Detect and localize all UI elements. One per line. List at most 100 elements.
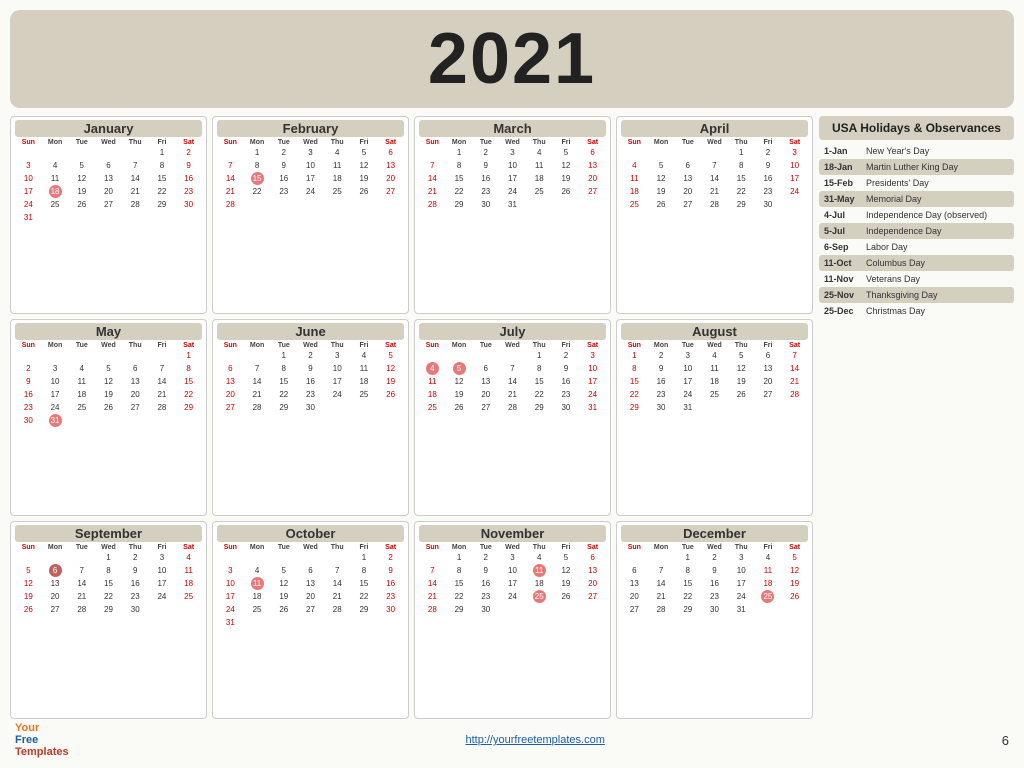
day-cell [419, 146, 446, 159]
day-cell: 14 [217, 172, 244, 185]
day-header-wed: Wed [95, 342, 122, 349]
day-header-mon: Mon [648, 139, 675, 146]
holiday-name: New Year's Day [866, 146, 929, 156]
day-cell: 5 [553, 551, 580, 564]
holiday-name: Columbus Day [866, 258, 925, 268]
day-cell: 2 [270, 146, 297, 159]
day-headers: SunMonTueWedThuFriSat [419, 342, 606, 349]
day-cell: 7 [244, 362, 271, 375]
day-cell [95, 146, 122, 159]
month-name-august: August [621, 323, 808, 340]
holiday-item: 6-SepLabor Day [819, 239, 1014, 255]
day-cell: 17 [149, 577, 176, 590]
day-cell: 1 [351, 551, 378, 564]
day-headers: SunMonTueWedThuFriSat [15, 139, 202, 146]
day-cell: 15 [244, 172, 271, 185]
day-cell: 1 [728, 146, 755, 159]
day-header-fri: Fri [755, 342, 782, 349]
day-cell: 17 [15, 185, 42, 198]
day-cell [244, 349, 271, 362]
day-cell: 25 [701, 388, 728, 401]
day-cell: 2 [701, 551, 728, 564]
day-cell: 1 [446, 146, 473, 159]
footer-logo: Your Free Templates [15, 722, 69, 758]
day-cell: 8 [446, 564, 473, 577]
day-cell [621, 146, 648, 159]
day-cell: 26 [15, 603, 42, 616]
day-cell [122, 414, 149, 427]
day-cell: 3 [149, 551, 176, 564]
day-cell: 8 [149, 159, 176, 172]
year-header: 2021 [10, 10, 1014, 108]
day-header-wed: Wed [297, 139, 324, 146]
month-block-march: MarchSunMonTueWedThuFriSat12345678910111… [414, 116, 611, 314]
day-cell [553, 603, 580, 616]
day-cell: 29 [95, 603, 122, 616]
month-block-november: NovemberSunMonTueWedThuFriSat12345678910… [414, 521, 611, 719]
day-header-thu: Thu [122, 544, 149, 551]
day-cell: 26 [270, 603, 297, 616]
day-cell: 13 [377, 159, 404, 172]
day-cell: 24 [217, 603, 244, 616]
holiday-date: 25-Dec [824, 306, 862, 316]
day-header-fri: Fri [351, 342, 378, 349]
day-cell: 1 [244, 146, 271, 159]
day-cell: 13 [297, 577, 324, 590]
day-cell: 10 [297, 159, 324, 172]
day-header-tue: Tue [472, 342, 499, 349]
day-cell: 10 [324, 362, 351, 375]
day-header-sun: Sun [15, 139, 42, 146]
day-cell [270, 616, 297, 629]
day-cell: 17 [217, 590, 244, 603]
day-header-tue: Tue [674, 544, 701, 551]
day-header-tue: Tue [68, 544, 95, 551]
day-cell: 6 [217, 362, 244, 375]
holiday-item: 25-NovThanksgiving Day [819, 287, 1014, 303]
day-cell: 13 [42, 577, 69, 590]
day-cell: 15 [175, 375, 202, 388]
day-cell: 4 [419, 362, 446, 375]
day-header-thu: Thu [122, 139, 149, 146]
day-cell: 27 [122, 401, 149, 414]
day-cell: 24 [579, 388, 606, 401]
day-cell: 20 [377, 172, 404, 185]
day-cell: 16 [472, 172, 499, 185]
holiday-date: 25-Nov [824, 290, 862, 300]
day-cell: 4 [526, 551, 553, 564]
day-cell: 23 [472, 590, 499, 603]
day-cell: 5 [351, 146, 378, 159]
day-cell: 23 [755, 185, 782, 198]
day-header-sat: Sat [579, 139, 606, 146]
day-cell: 28 [419, 198, 446, 211]
day-cell: 31 [217, 616, 244, 629]
day-header-fri: Fri [755, 544, 782, 551]
holiday-date: 11-Oct [824, 258, 862, 268]
day-cell: 26 [446, 401, 473, 414]
day-cell: 14 [68, 577, 95, 590]
holiday-date: 5-Jul [824, 226, 862, 236]
day-header-sat: Sat [377, 139, 404, 146]
day-cell: 21 [244, 388, 271, 401]
days-grid: 1234567891011121314151617181920212223242… [15, 551, 202, 616]
day-cell: 8 [728, 159, 755, 172]
day-cell: 3 [499, 146, 526, 159]
day-cell: 3 [781, 146, 808, 159]
day-headers: SunMonTueWedThuFriSat [217, 342, 404, 349]
day-cell [42, 146, 69, 159]
footer-url[interactable]: http://yourfreetemplates.com [465, 734, 604, 746]
day-header-tue: Tue [270, 139, 297, 146]
holiday-item: 11-Oct Columbus Day [819, 255, 1014, 271]
day-cell [175, 211, 202, 224]
day-cell: 23 [15, 401, 42, 414]
day-header-fri: Fri [149, 139, 176, 146]
day-cell: 11 [68, 375, 95, 388]
month-name-february: February [217, 120, 404, 137]
day-cell: 19 [95, 388, 122, 401]
holiday-name: Martin Luther King Day [866, 162, 958, 172]
day-cell: 12 [270, 577, 297, 590]
day-cell: 9 [122, 564, 149, 577]
day-headers: SunMonTueWedThuFriSat [15, 342, 202, 349]
day-cell: 9 [377, 564, 404, 577]
main-content: JanuarySunMonTueWedThuFriSat123456789101… [10, 116, 1014, 719]
holiday-item: 1-JanNew Year's Day [819, 143, 1014, 159]
